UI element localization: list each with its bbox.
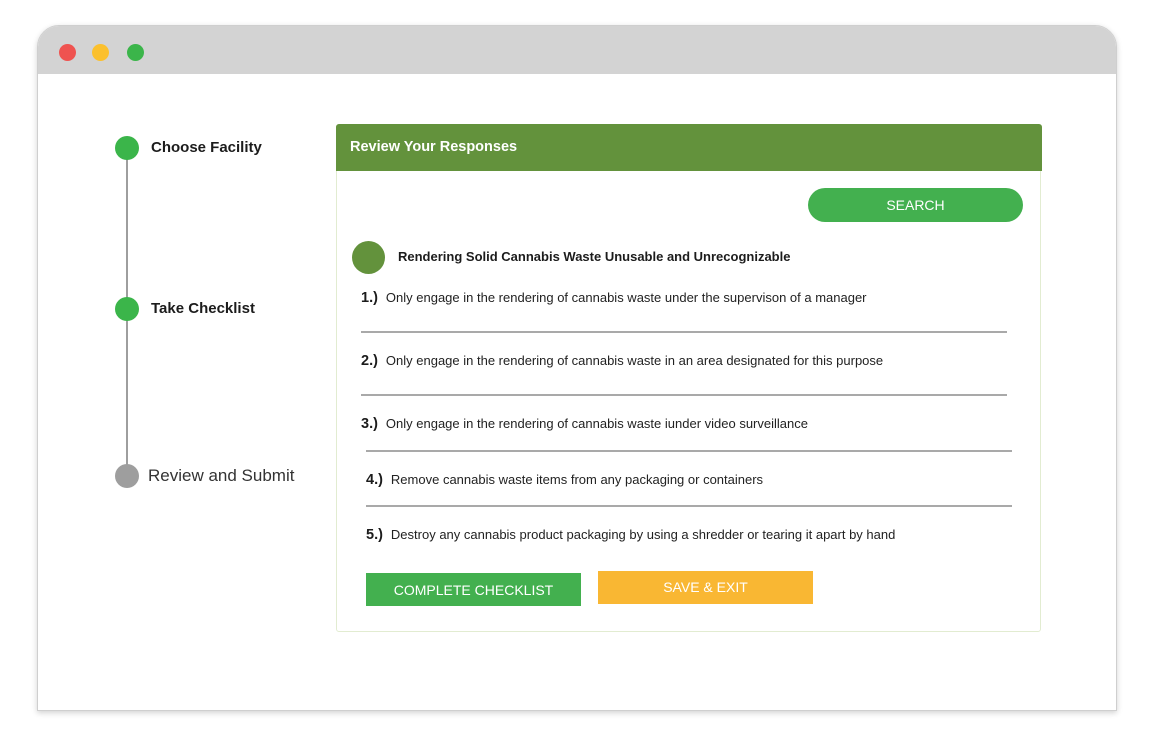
- save-exit-button[interactable]: SAVE & EXIT: [598, 571, 813, 604]
- step-review-submit[interactable]: Review and Submit: [148, 466, 294, 486]
- search-button[interactable]: SEARCH: [808, 188, 1023, 222]
- item-text: Remove cannabis waste items from any pac…: [390, 472, 764, 487]
- item-number: 2.): [361, 353, 378, 369]
- step-complete-icon: [115, 297, 139, 321]
- item-text: Only engage in the rendering of cannabis…: [385, 353, 884, 368]
- checklist-item: 2.) Only engage in the rendering of canna…: [361, 352, 883, 370]
- minimize-window-icon[interactable]: [92, 44, 109, 61]
- checklist-item: 3.) Only engage in the rendering of canna…: [361, 415, 808, 433]
- section-icon: [352, 241, 385, 274]
- divider: [366, 450, 1012, 452]
- step-take-checklist[interactable]: Take Checklist: [151, 300, 255, 317]
- review-panel: Review Your Responses SEARCH Rendering S…: [336, 124, 1042, 632]
- window-titlebar: [38, 26, 1116, 74]
- item-text: Only engage in the rendering of cannabis…: [385, 416, 808, 431]
- divider: [366, 505, 1012, 507]
- complete-checklist-button[interactable]: COMPLETE CHECKLIST: [366, 573, 581, 606]
- step-complete-icon: [115, 136, 139, 160]
- item-number: 5.): [366, 527, 383, 543]
- item-text: Destroy any cannabis product packaging b…: [390, 527, 896, 542]
- divider: [361, 394, 1007, 396]
- item-number: 4.): [366, 472, 383, 488]
- step-choose-facility[interactable]: Choose Facility: [151, 139, 262, 156]
- section-title: Rendering Solid Cannabis Waste Unusable …: [398, 249, 791, 264]
- item-text: Only engage in the rendering of cannabis…: [385, 290, 867, 305]
- panel-header: Review Your Responses: [336, 124, 1042, 171]
- divider: [361, 331, 1007, 333]
- item-number: 1.): [361, 290, 378, 306]
- checklist-item: 1.) Only engage in the rendering of canna…: [361, 289, 867, 307]
- checklist-item: 5.) Destroy any cannabis product packagin…: [366, 526, 895, 544]
- item-number: 3.): [361, 416, 378, 432]
- checklist-item: 4.) Remove cannabis waste items from any …: [366, 471, 763, 489]
- maximize-window-icon[interactable]: [127, 44, 144, 61]
- step-pending-icon: [115, 464, 139, 488]
- browser-window: Choose Facility Take Checklist Review an…: [37, 25, 1117, 711]
- close-window-icon[interactable]: [59, 44, 76, 61]
